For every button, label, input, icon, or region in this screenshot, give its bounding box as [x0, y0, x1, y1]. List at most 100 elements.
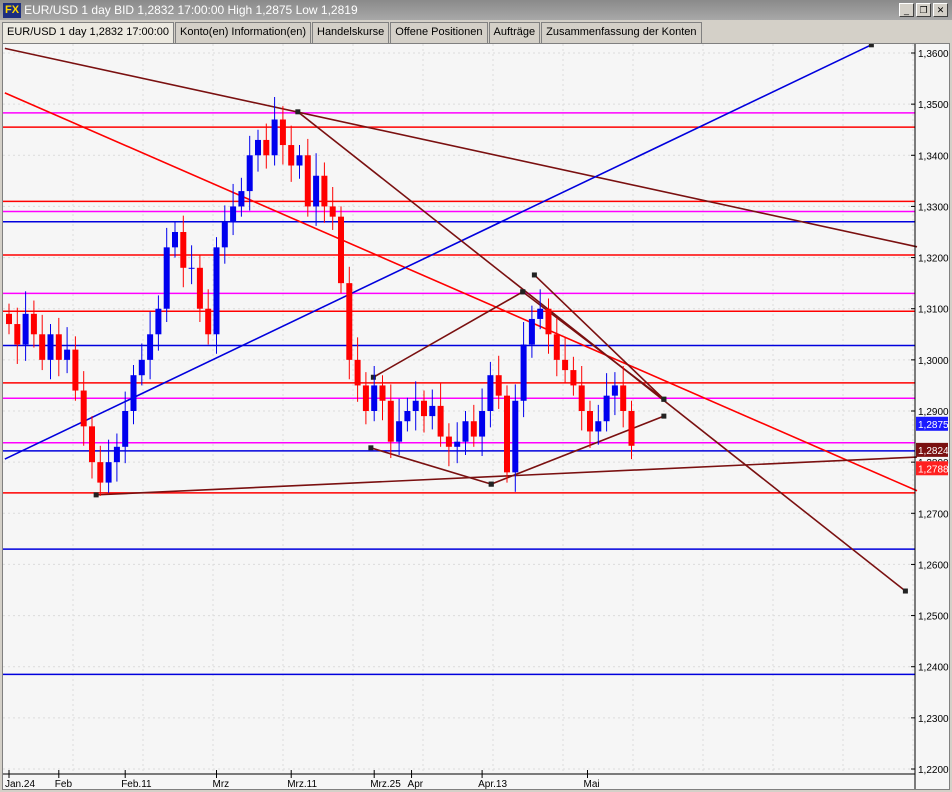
tab-rates[interactable]: Handelskurse [312, 22, 390, 43]
candle-body [595, 421, 602, 432]
candle-body [72, 349, 79, 391]
trend-line-handle [661, 396, 667, 402]
candle-body [163, 247, 170, 309]
candle-body [180, 232, 187, 268]
price-tick-label: 1,2300 [918, 714, 949, 725]
candle-body [80, 390, 87, 427]
candle-body [138, 359, 145, 376]
title-bar: FX EUR/USD 1 day BID 1,2832 17:00:00 Hig… [0, 0, 952, 20]
close-button[interactable]: ✕ [933, 3, 948, 17]
candle-body [55, 334, 62, 360]
candle-body [421, 400, 427, 417]
tab-account-summary[interactable]: Zusammenfassung der Konten [541, 22, 702, 43]
minimize-button[interactable]: _ [899, 3, 914, 17]
candle-body [213, 247, 220, 335]
price-tick-label: 1,2400 [918, 663, 949, 674]
candle-body [246, 155, 253, 192]
candle-body [362, 385, 369, 411]
candle-body [155, 308, 162, 335]
candle-body [587, 411, 593, 432]
window-title: EUR/USD 1 day BID 1,2832 17:00:00 High 1… [24, 3, 358, 17]
candle-body [487, 375, 494, 411]
candle-body [504, 395, 510, 473]
time-tick-label: Jan.24 [5, 779, 35, 789]
candle-body [89, 426, 95, 463]
candle-body [412, 400, 419, 411]
candle-body [611, 385, 618, 396]
candle-body [338, 216, 344, 284]
trend-line-handle [661, 413, 667, 419]
candle-body [479, 411, 486, 437]
candle-body [196, 267, 203, 309]
candle-body [396, 421, 403, 442]
candle-body [470, 421, 477, 437]
candle-body [14, 324, 21, 345]
price-tick-label: 1,3100 [918, 305, 949, 316]
price-tick-label: 1,3400 [918, 151, 949, 162]
candle-body [6, 313, 12, 325]
candle-body [30, 313, 37, 335]
trend-line-handle [531, 272, 537, 278]
candle-body [603, 395, 610, 422]
candle-body [354, 359, 361, 386]
price-tick-label: 1,3500 [918, 100, 949, 111]
candle-body [520, 344, 527, 401]
candle-body [113, 446, 120, 463]
restore-button[interactable]: ❐ [916, 3, 931, 17]
candle-body [122, 411, 129, 447]
fx-logo-icon: FX [3, 2, 22, 18]
candle-body [578, 385, 585, 411]
candle-body [105, 462, 112, 483]
candle-body [437, 405, 444, 437]
trend-line [4, 92, 918, 492]
price-tick-label: 1,3200 [918, 254, 949, 265]
price-tick-label: 1,2600 [918, 560, 949, 571]
candle-body [313, 175, 320, 207]
candle-body [628, 411, 635, 446]
candle-body [39, 334, 46, 360]
trend-line-handle [295, 109, 301, 115]
tab-chart[interactable]: EUR/USD 1 day 1,2832 17:00:00 [2, 22, 175, 43]
candle-body [263, 139, 270, 156]
candle-body [221, 221, 228, 248]
price-tag-label: 1,2788 [918, 464, 949, 475]
candle-body [445, 436, 452, 447]
price-tag-label: 1,2824 [918, 446, 949, 457]
trend-line-handle [868, 42, 874, 48]
time-tick-label: Mai [584, 779, 600, 789]
candle-body [545, 308, 552, 335]
trend-line-handle [93, 492, 99, 498]
tab-bar: EUR/USD 1 day 1,2832 17:00:00 Konto(en) … [2, 22, 703, 43]
candle-body [512, 400, 519, 473]
candle-body [329, 206, 336, 217]
price-tick-label: 1,2700 [918, 509, 949, 520]
tab-open-positions[interactable]: Offene Positionen [390, 22, 488, 43]
candle-body [371, 385, 378, 411]
chart-svg[interactable]: 1,3600 1,3500 1,3400 1,3300 1,3200 1,3100 1,30… [3, 42, 949, 790]
candle-body [230, 206, 237, 222]
candle-body [462, 421, 469, 442]
candle-body [130, 375, 137, 411]
trend-line-handle [488, 481, 494, 487]
candle-body [346, 283, 353, 360]
tab-account-info[interactable]: Konto(en) Information(en) [175, 22, 311, 43]
tab-orders[interactable]: Aufträge [488, 22, 541, 43]
candle-body [528, 318, 535, 345]
time-tick-label: Mrz.25 [370, 779, 401, 789]
price-tick-label: 1,3000 [918, 356, 949, 367]
candle-body [553, 334, 560, 360]
candle-body [238, 191, 245, 207]
trend-line-handle [520, 289, 526, 295]
candle-body [537, 308, 544, 319]
time-tick-label: Apr.13 [478, 779, 507, 789]
candle-body [97, 462, 104, 483]
candle-body [429, 405, 436, 417]
candle-body [22, 313, 29, 345]
trend-line-handle [902, 588, 908, 594]
time-tick-label: Mrz.11 [287, 779, 317, 789]
candle-body [495, 375, 502, 396]
price-chart[interactable]: 1,3600 1,3500 1,3400 1,3300 1,3200 1,3100 1,30… [2, 42, 950, 790]
time-tick-label: Apr [408, 779, 424, 789]
candle-body [279, 119, 286, 146]
candle-body [296, 155, 303, 166]
